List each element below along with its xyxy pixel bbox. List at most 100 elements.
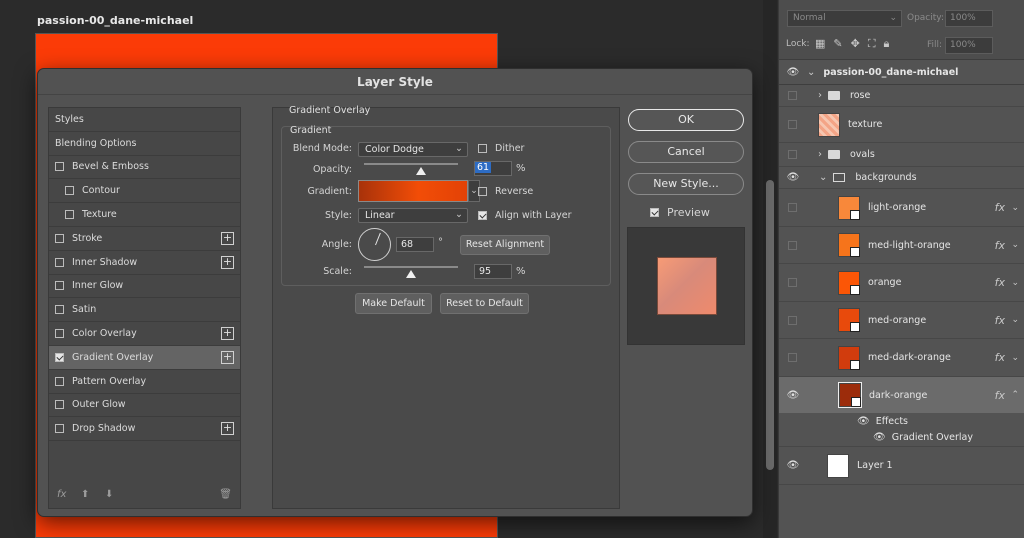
- fx-icon[interactable]: fx: [57, 489, 66, 500]
- layer-blend-mode-select[interactable]: Normal ⌄: [787, 10, 902, 27]
- angle-input[interactable]: 68: [396, 237, 434, 252]
- style-item-gradient-overlay[interactable]: Gradient Overlay +: [49, 345, 240, 370]
- scale-slider-knob[interactable]: [406, 270, 416, 278]
- checkbox-box[interactable]: [478, 211, 487, 220]
- checkbox-box[interactable]: [55, 162, 64, 172]
- visibility-box[interactable]: [788, 150, 797, 159]
- new-style-button[interactable]: New Style...: [628, 173, 744, 195]
- fx-icon[interactable]: fx: [995, 314, 1005, 327]
- layer-row-med-dark-orange[interactable]: med-dark-orange fx ⌄: [779, 339, 1024, 377]
- visibility-box[interactable]: [788, 353, 797, 362]
- fx-icon[interactable]: fx: [995, 276, 1005, 289]
- checkbox-box[interactable]: [55, 281, 64, 291]
- checkbox-box[interactable]: [55, 257, 64, 267]
- checkbox-box[interactable]: [650, 208, 659, 217]
- layer-row-med-orange[interactable]: med-orange fx ⌄: [779, 302, 1024, 339]
- layer-row-med-light-orange[interactable]: med-light-orange fx ⌄: [779, 227, 1024, 264]
- chevron-down-icon[interactable]: ⌄: [1011, 203, 1019, 213]
- chevron-right-icon[interactable]: ›: [818, 149, 822, 160]
- scale-input[interactable]: 95: [474, 264, 512, 279]
- style-item-styles[interactable]: Styles: [49, 108, 240, 132]
- scale-slider-track[interactable]: [364, 266, 458, 268]
- opacity-input[interactable]: 61: [474, 161, 512, 176]
- eye-icon[interactable]: 👁︎: [873, 432, 886, 443]
- make-default-button[interactable]: Make Default: [355, 293, 432, 314]
- style-item-inner-glow[interactable]: Inner Glow: [49, 275, 240, 299]
- blend-mode-select[interactable]: Color Dodge ⌄: [358, 142, 468, 157]
- style-item-color-overlay[interactable]: Color Overlay +: [49, 322, 240, 346]
- visibility-box[interactable]: [788, 240, 797, 250]
- checkbox-box[interactable]: [55, 424, 64, 434]
- lock-transparent-icon[interactable]: ▦: [815, 37, 825, 51]
- checkbox-box[interactable]: [55, 305, 64, 315]
- style-item-blending-options[interactable]: Blending Options: [49, 132, 240, 156]
- move-down-icon[interactable]: ⬇: [105, 489, 113, 500]
- visibility-box[interactable]: [788, 120, 797, 129]
- gradient-swatch[interactable]: [358, 180, 468, 202]
- chevron-down-icon[interactable]: ⌄: [1011, 353, 1019, 363]
- style-item-contour[interactable]: Contour: [49, 179, 240, 204]
- checkbox-box[interactable]: [65, 210, 74, 220]
- fx-icon[interactable]: fx: [995, 201, 1005, 214]
- opacity-slider-knob[interactable]: [416, 167, 427, 175]
- lock-paint-icon[interactable]: ✎: [833, 37, 842, 51]
- eye-icon[interactable]: 👁︎: [779, 172, 807, 183]
- canvas-scrollbar[interactable]: [766, 180, 774, 470]
- reset-to-default-button[interactable]: Reset to Default: [440, 293, 529, 314]
- layer-row-rose[interactable]: › rose: [779, 85, 1024, 107]
- align-with-layer-checkbox[interactable]: Align with Layer: [478, 210, 572, 221]
- dither-checkbox[interactable]: Dither: [478, 143, 524, 154]
- checkbox-box[interactable]: [65, 186, 74, 196]
- add-icon[interactable]: +: [221, 350, 234, 364]
- add-icon[interactable]: +: [221, 255, 234, 269]
- layer-row-dark-orange[interactable]: 👁︎ dark-orange fx ⌃: [779, 377, 1024, 413]
- chevron-down-icon[interactable]: ⌄: [1011, 315, 1019, 325]
- style-select[interactable]: Linear ⌄: [358, 208, 468, 223]
- reset-alignment-button[interactable]: Reset Alignment: [460, 235, 550, 255]
- chevron-down-icon[interactable]: ⌄: [807, 67, 815, 78]
- opacity-slider-track[interactable]: [364, 163, 458, 165]
- style-item-pattern-overlay[interactable]: Pattern Overlay: [49, 370, 240, 394]
- effects-row[interactable]: 👁︎ Effects: [779, 413, 1024, 429]
- checkbox-box[interactable]: [55, 352, 64, 362]
- move-up-icon[interactable]: ⬆: [81, 489, 89, 500]
- style-item-drop-shadow[interactable]: Drop Shadow +: [49, 417, 240, 442]
- layer-row-layer-1[interactable]: 👁︎ Layer 1: [779, 447, 1024, 485]
- style-item-outer-glow[interactable]: Outer Glow: [49, 394, 240, 418]
- lock-position-icon[interactable]: ✥: [851, 37, 860, 51]
- style-item-satin[interactable]: Satin: [49, 298, 240, 323]
- reverse-checkbox[interactable]: Reverse: [478, 186, 533, 197]
- chevron-right-icon[interactable]: ›: [818, 90, 822, 101]
- checkbox-box[interactable]: [55, 376, 64, 386]
- add-icon[interactable]: +: [221, 327, 234, 341]
- checkbox-box[interactable]: [478, 144, 487, 153]
- trash-icon[interactable]: 🗑: [219, 489, 232, 500]
- style-item-texture[interactable]: Texture: [49, 203, 240, 227]
- layer-row-light-orange[interactable]: light-orange fx ⌄: [779, 189, 1024, 227]
- visibility-box[interactable]: [788, 315, 797, 325]
- style-item-bevel-emboss[interactable]: Bevel & Emboss: [49, 156, 240, 180]
- visibility-box[interactable]: [788, 203, 797, 212]
- chevron-down-icon[interactable]: ⌄: [1011, 278, 1019, 288]
- checkbox-box[interactable]: [55, 400, 64, 410]
- chevron-down-icon[interactable]: ⌄: [1011, 240, 1019, 250]
- layer-row-orange[interactable]: orange fx ⌄: [779, 264, 1024, 302]
- preview-checkbox[interactable]: Preview: [650, 206, 710, 219]
- checkbox-box[interactable]: [55, 233, 64, 243]
- checkbox-box[interactable]: [55, 329, 64, 339]
- layer-fill-input[interactable]: 100%: [945, 37, 993, 54]
- fx-icon[interactable]: fx: [995, 351, 1005, 364]
- eye-icon[interactable]: 👁︎: [779, 67, 807, 78]
- eye-icon[interactable]: 👁︎: [857, 416, 870, 427]
- layer-group-root[interactable]: 👁︎ ⌄ passion-00_dane-michael: [779, 61, 1024, 85]
- eye-icon[interactable]: 👁︎: [779, 460, 807, 471]
- angle-dial[interactable]: [358, 228, 391, 261]
- style-item-stroke[interactable]: Stroke +: [49, 227, 240, 251]
- lock-all-icon[interactable]: 🔒︎: [884, 37, 890, 51]
- layer-row-texture[interactable]: texture: [779, 107, 1024, 143]
- ok-button[interactable]: OK: [628, 109, 744, 131]
- chevron-up-icon[interactable]: ⌃: [1011, 390, 1019, 400]
- visibility-box[interactable]: [788, 91, 797, 100]
- effect-gradient-overlay-row[interactable]: 👁︎ Gradient Overlay: [779, 429, 1024, 447]
- fx-icon[interactable]: fx: [995, 389, 1005, 402]
